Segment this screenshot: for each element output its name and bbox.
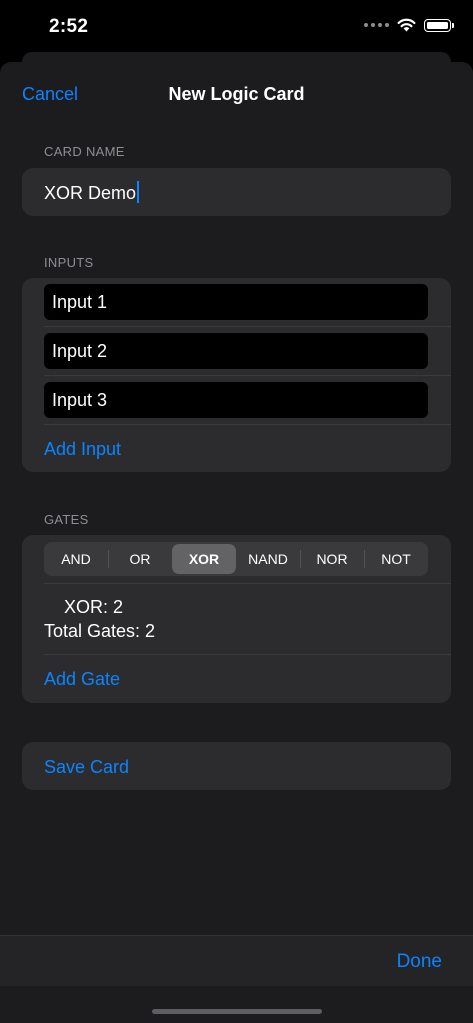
segment-xor[interactable]: XOR — [172, 544, 236, 574]
card-name-field[interactable]: XOR Demo — [44, 181, 140, 204]
input-field-3[interactable]: Input 3 — [44, 382, 428, 418]
status-time: 2:52 — [49, 16, 89, 37]
keyboard-toolbar: Done — [0, 935, 473, 986]
battery-icon — [424, 18, 454, 32]
segment-nand[interactable]: NAND — [236, 542, 300, 576]
input-field-1[interactable]: Input 1 — [44, 284, 428, 320]
home-indicator[interactable] — [152, 1009, 322, 1014]
wifi-icon — [397, 18, 416, 32]
divider — [44, 424, 451, 425]
segment-nor[interactable]: NOR — [300, 542, 364, 576]
divider — [44, 654, 451, 655]
divider — [44, 375, 451, 376]
card-name-header: CARD NAME — [44, 144, 125, 159]
cellular-signal-icon — [364, 23, 389, 27]
page-title: New Logic Card — [168, 84, 305, 104]
total-gates-label: Total Gates: 2 — [44, 621, 156, 641]
status-icons — [364, 18, 454, 32]
segment-not[interactable]: NOT — [364, 542, 428, 576]
segment-or[interactable]: OR — [108, 542, 172, 576]
save-group: Save Card — [22, 742, 451, 790]
text-cursor — [137, 181, 140, 203]
done-button[interactable]: Done — [397, 951, 442, 973]
divider — [44, 583, 451, 584]
gates-header: GATES — [44, 512, 89, 527]
add-input-button[interactable]: Add Input — [44, 439, 121, 460]
divider — [44, 326, 451, 327]
new-logic-card-sheet: Cancel New Logic Card CARD NAME XOR Demo… — [0, 62, 473, 1023]
gate-type-segmented-control: AND OR XOR NAND NOR NOT — [44, 542, 428, 576]
inputs-header: INPUTS — [44, 255, 94, 270]
gates-group: AND OR XOR NAND NOR NOT XOR: 2 Total Gat… — [22, 535, 451, 703]
selected-gate-count: XOR: 2 — [64, 597, 124, 617]
status-bar: 2:52 — [0, 0, 473, 52]
save-card-button[interactable]: Save Card — [44, 757, 129, 778]
inputs-group: Input 1 Input 2 Input 3 Add Input — [22, 278, 451, 472]
segment-and[interactable]: AND — [44, 542, 108, 576]
card-name-value: XOR Demo — [44, 183, 137, 203]
card-name-group: XOR Demo — [22, 168, 451, 216]
input-field-2[interactable]: Input 2 — [44, 333, 428, 369]
add-gate-button[interactable]: Add Gate — [44, 669, 120, 690]
